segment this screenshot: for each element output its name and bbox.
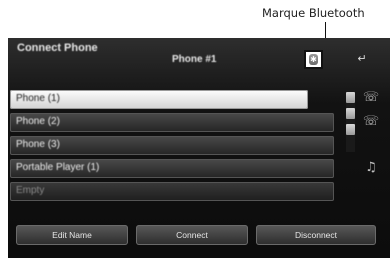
connect-button[interactable]: Connect xyxy=(136,225,248,245)
audio-player-icon: ♫ xyxy=(365,160,377,175)
device-row-label: Empty xyxy=(16,185,45,196)
device-row-label: Phone (1) xyxy=(16,93,60,104)
screen-title: Connect Phone xyxy=(17,42,98,54)
status-segment xyxy=(346,92,355,103)
edit-name-button[interactable]: Edit Name xyxy=(16,225,128,245)
phone-icon: ☏ xyxy=(362,114,380,129)
callout-label: Marque Bluetooth xyxy=(262,6,365,20)
screen-subtitle: Phone #1 xyxy=(172,54,217,65)
device-row[interactable]: Phone (3) xyxy=(10,136,334,155)
device-row[interactable]: Empty xyxy=(10,182,334,201)
disconnect-button[interactable]: Disconnect xyxy=(256,225,376,245)
connect-phone-screen: Connect Phone Phone #1 ↵ Phone (1) Phone… xyxy=(8,38,390,258)
back-arrow-icon[interactable]: ↵ xyxy=(354,53,370,64)
status-segment xyxy=(346,124,355,135)
device-row[interactable]: Phone (2) xyxy=(10,113,334,132)
device-row[interactable]: Portable Player (1) xyxy=(10,159,334,178)
device-row-label: Phone (3) xyxy=(16,139,60,150)
device-row-label: Portable Player (1) xyxy=(16,162,100,173)
bluetooth-mark-icon: ✱ xyxy=(304,50,323,69)
device-row[interactable]: Phone (1) xyxy=(10,90,308,109)
device-status-column xyxy=(346,90,355,152)
bluetooth-glyph: ✱ xyxy=(309,54,318,65)
phone-icon: ☏ xyxy=(362,90,380,105)
device-row-label: Phone (2) xyxy=(16,116,60,127)
status-segment xyxy=(346,108,355,119)
